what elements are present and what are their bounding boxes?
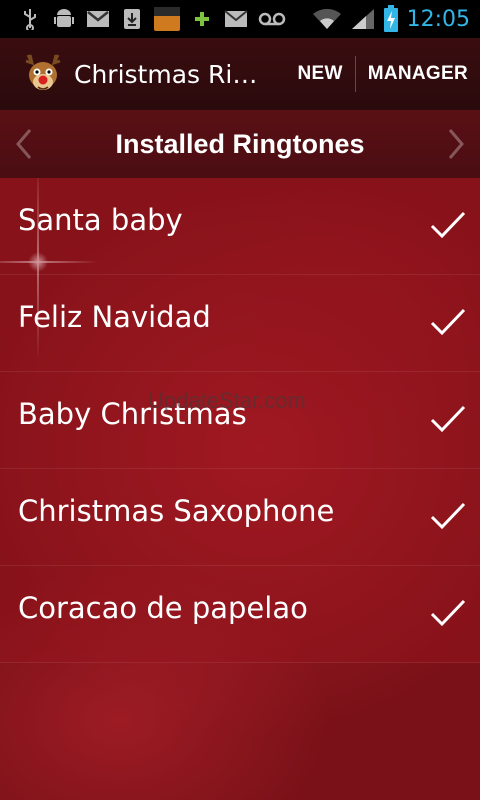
- checkmark-icon[interactable]: [430, 598, 466, 628]
- screen: 12:05 Christmas Ringtones NEW MANAGER: [0, 0, 480, 800]
- reindeer-app-icon[interactable]: [20, 51, 66, 97]
- android-debug-icon: [52, 8, 76, 30]
- ringtone-name: Christmas Saxophone: [18, 494, 335, 528]
- checkmark-icon[interactable]: [430, 501, 466, 531]
- usb-icon: [18, 8, 42, 30]
- voicemail-icon: [258, 8, 286, 30]
- battery-charging-icon: [383, 5, 399, 32]
- section-title: Installed Ringtones: [115, 128, 365, 159]
- gmail-icon: [86, 8, 110, 30]
- list-item[interactable]: Baby Christmas: [0, 372, 480, 469]
- app-title: Christmas Ringtones: [74, 59, 259, 89]
- chevron-left-icon[interactable]: [12, 126, 34, 162]
- chevron-right-icon[interactable]: [446, 126, 468, 162]
- section-header: Installed Ringtones: [0, 110, 480, 178]
- list-item[interactable]: Coracao de papelao: [0, 566, 480, 663]
- amazon-appstore-icon: [154, 7, 180, 31]
- email-icon: [224, 8, 248, 30]
- ringtone-name: Feliz Navidad: [18, 300, 211, 334]
- manager-button[interactable]: MANAGER: [356, 38, 480, 110]
- wifi-icon: [311, 8, 343, 30]
- list-item[interactable]: Santa baby: [0, 178, 480, 275]
- checkmark-icon[interactable]: [430, 307, 466, 337]
- download-icon: [120, 8, 144, 30]
- checkmark-icon[interactable]: [430, 210, 466, 240]
- list-item[interactable]: Christmas Saxophone: [0, 469, 480, 566]
- plus-icon: [190, 8, 214, 30]
- status-clock: 12:05: [406, 6, 470, 32]
- watermark: UpdateStar.com: [148, 388, 306, 413]
- action-bar: Christmas Ringtones NEW MANAGER: [0, 38, 480, 110]
- ringtone-name: Coracao de papelao: [18, 591, 308, 625]
- ringtone-list: Santa baby Feliz Navidad Baby Christmas …: [0, 178, 480, 663]
- checkmark-icon[interactable]: [430, 404, 466, 434]
- signal-icon: [351, 8, 375, 30]
- ringtone-name: Santa baby: [18, 203, 183, 237]
- new-button[interactable]: NEW: [286, 38, 355, 110]
- list-item[interactable]: Feliz Navidad: [0, 275, 480, 372]
- status-bar: 12:05: [0, 0, 480, 38]
